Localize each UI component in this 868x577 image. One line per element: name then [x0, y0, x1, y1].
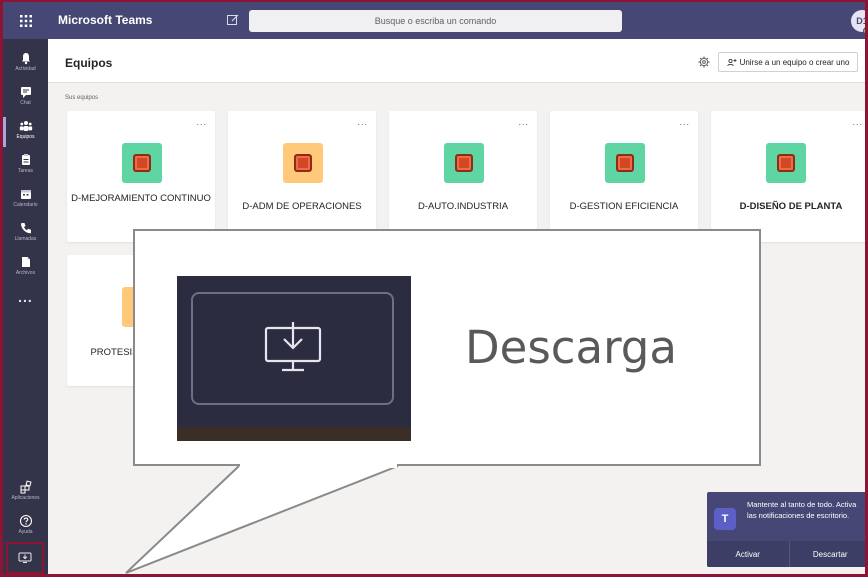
rail-item-label: Ayuda: [18, 529, 33, 535]
tasks-icon: [21, 154, 30, 165]
download-icon: [18, 552, 32, 563]
rail-item-archivos[interactable]: Archivos: [3, 251, 48, 285]
notification-toast: T Mantente al tanto de todo. Activa las …: [707, 492, 866, 567]
team-card[interactable]: ... D-AUTO.INDUSTRIA: [389, 111, 537, 242]
rail-item-label: Llamadas: [14, 236, 37, 242]
rail-item-equipos[interactable]: Equipos: [3, 115, 48, 149]
team-card[interactable]: ... D-ADM DE OPERACIONES: [228, 111, 376, 242]
add-team-icon: [726, 58, 737, 66]
activate-button[interactable]: Activar: [707, 541, 789, 567]
more-options-icon[interactable]: ...: [679, 117, 690, 127]
app-title: Microsoft Teams: [58, 13, 153, 27]
rail-item-label: Equipos: [16, 134, 35, 140]
rail-item-aplicaciones[interactable]: Aplicaciones: [3, 476, 48, 510]
section-label: Sus equipos: [65, 95, 99, 101]
app-frame: Microsoft Teams Busque o escriba un coma…: [0, 0, 868, 577]
more-options-icon[interactable]: ...: [196, 117, 207, 127]
rail-item-label: Actividad: [15, 66, 36, 72]
team-avatar-icon: [605, 143, 645, 183]
download-icon: [264, 321, 321, 371]
rail-item-tareas[interactable]: Tareas: [3, 149, 48, 183]
teams-icon: [19, 121, 32, 131]
chat-icon: [20, 87, 31, 98]
team-avatar-icon: [122, 143, 162, 183]
calendar-icon: [20, 190, 31, 199]
team-name: D-ADM DE OPERACIONES: [242, 201, 362, 212]
zoom-bottom-bar: [177, 427, 411, 441]
download-button-zoom: [177, 276, 411, 441]
toast-actions: Activar Descartar: [707, 541, 866, 567]
more-options-icon[interactable]: ...: [518, 117, 529, 127]
rail-item-calendario[interactable]: Calendario: [3, 183, 48, 217]
download-app-button[interactable]: [6, 542, 44, 574]
help-icon: [19, 514, 32, 528]
command-search-input[interactable]: Busque o escriba un comando: [249, 10, 622, 32]
more-apps-icon[interactable]: ...: [3, 289, 48, 305]
rail-item-llamadas[interactable]: Llamadas: [3, 217, 48, 251]
top-bar: Microsoft Teams Busque o escriba un coma…: [3, 2, 865, 39]
rail-item-label: Calendario: [13, 202, 38, 208]
gear-icon[interactable]: [698, 56, 710, 68]
team-card[interactable]: ... D-GESTION EFICIENCIA: [550, 111, 698, 242]
join-or-create-team-button[interactable]: Unirse a un equipo o crear uno: [718, 52, 858, 72]
team-name: D-DISEÑO DE PLANTA: [739, 201, 843, 212]
bell-icon: [21, 53, 30, 65]
join-button-label: Unirse a un equipo o crear uno: [739, 57, 850, 67]
presence-status-icon: [863, 27, 865, 35]
rail-item-actividad[interactable]: Actividad: [3, 47, 48, 81]
team-name: D-MEJORAMIENTO CONTINUO: [71, 193, 211, 204]
app-launcher-icon[interactable]: [3, 2, 48, 39]
more-options-icon[interactable]: ...: [852, 117, 863, 127]
files-icon: [21, 257, 30, 267]
team-card[interactable]: ... D-DISEÑO DE PLANTA: [711, 111, 865, 242]
rail-item-label: Archivos: [15, 270, 36, 276]
compose-icon[interactable]: [225, 12, 241, 28]
apps-icon: [20, 480, 32, 494]
app-rail: Actividad Chat Equipos Tareas Calendario…: [3, 39, 48, 574]
rail-item-ayuda[interactable]: Ayuda: [3, 510, 48, 544]
team-name: D-AUTO.INDUSTRIA: [417, 201, 509, 212]
rail-item-label: Chat: [20, 100, 31, 106]
phone-icon: [20, 223, 31, 234]
dismiss-button[interactable]: Descartar: [788, 541, 866, 567]
rail-item-label: Aplicaciones: [11, 495, 40, 501]
more-options-icon[interactable]: ...: [357, 117, 368, 127]
toast-message: Mantente al tanto de todo. Activa las no…: [747, 500, 857, 520]
page-title: Equipos: [65, 56, 113, 70]
team-avatar-icon: [444, 143, 484, 183]
page-header: Equipos Unirse a un equipo o crear uno: [48, 39, 865, 83]
avatar[interactable]: D1: [851, 10, 865, 32]
team-name: D-GESTION EFICIENCIA: [569, 201, 679, 212]
team-card[interactable]: ... D-MEJORAMIENTO CONTINUO: [67, 111, 215, 242]
callout-label: Descarga: [465, 321, 677, 374]
download-button-frame: [191, 292, 394, 405]
team-avatar-icon: [283, 143, 323, 183]
download-callout: Descarga: [133, 229, 761, 466]
team-avatar-icon: [766, 143, 806, 183]
rail-item-chat[interactable]: Chat: [3, 81, 48, 115]
rail-item-label: Tareas: [17, 168, 33, 174]
teams-logo-icon: T: [714, 508, 736, 530]
